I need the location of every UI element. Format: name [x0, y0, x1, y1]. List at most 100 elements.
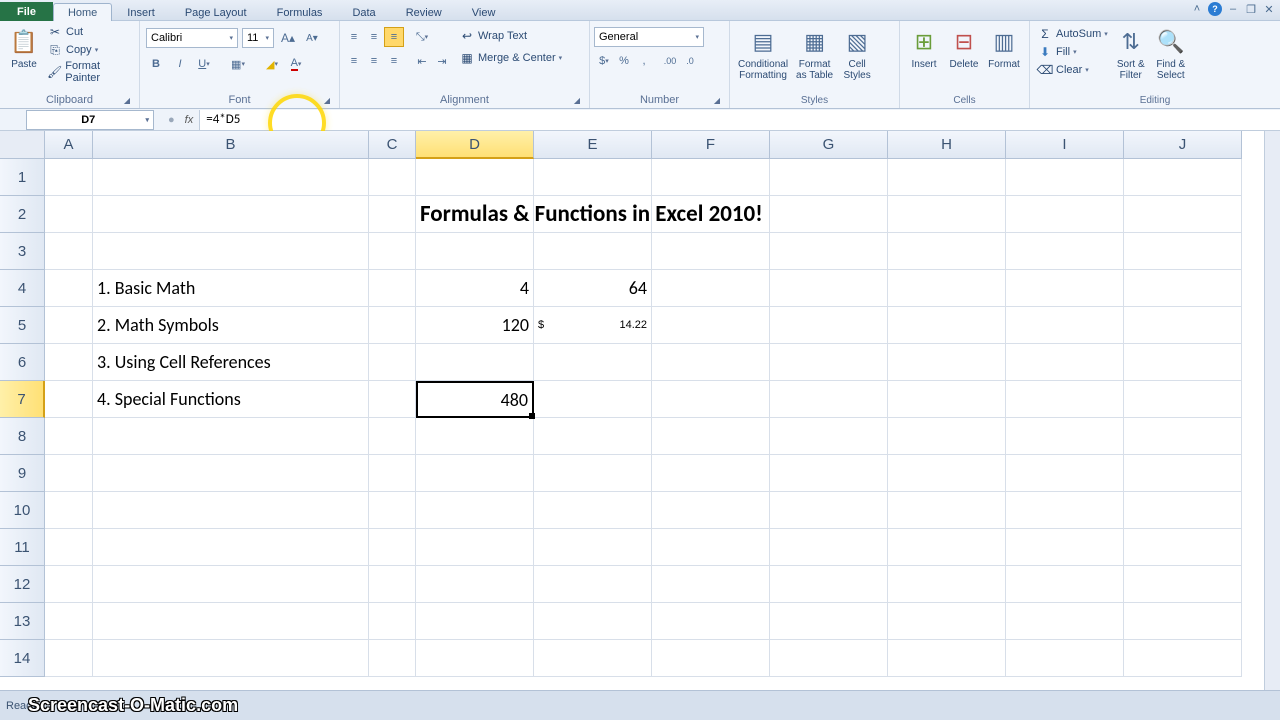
- cell-C4[interactable]: [369, 270, 416, 307]
- col-head-C[interactable]: C: [369, 131, 416, 159]
- cell-E14[interactable]: [534, 640, 652, 677]
- fill-handle[interactable]: [529, 413, 535, 419]
- cell-J11[interactable]: [1124, 529, 1242, 566]
- cell-D6[interactable]: [416, 344, 534, 381]
- cell-E12[interactable]: [534, 566, 652, 603]
- cell-C9[interactable]: [369, 455, 416, 492]
- cell-A4[interactable]: [45, 270, 93, 307]
- comma-button[interactable]: ,: [634, 51, 654, 71]
- cell-A9[interactable]: [45, 455, 93, 492]
- cell-F8[interactable]: [652, 418, 770, 455]
- cell-A1[interactable]: [45, 159, 93, 196]
- cell-E13[interactable]: [534, 603, 652, 640]
- cell-I6[interactable]: [1006, 344, 1124, 381]
- cell-D4[interactable]: 4: [416, 270, 534, 307]
- clear-button[interactable]: ⌫Clear▾: [1034, 61, 1111, 79]
- cell-G14[interactable]: [770, 640, 888, 677]
- cell-F2[interactable]: [652, 196, 770, 233]
- cell-B1[interactable]: [93, 159, 369, 196]
- cell-H8[interactable]: [888, 418, 1006, 455]
- percent-button[interactable]: %: [614, 51, 634, 71]
- cell-A2[interactable]: [45, 196, 93, 233]
- cell-J13[interactable]: [1124, 603, 1242, 640]
- cell-C2[interactable]: [369, 196, 416, 233]
- cell-D10[interactable]: [416, 492, 534, 529]
- cell-J14[interactable]: [1124, 640, 1242, 677]
- cell-J7[interactable]: [1124, 381, 1242, 418]
- row-head-2[interactable]: 2: [0, 196, 45, 233]
- cell-A10[interactable]: [45, 492, 93, 529]
- align-top-icon[interactable]: ≡: [344, 27, 364, 47]
- clipboard-launcher-icon[interactable]: ◢: [121, 94, 133, 106]
- format-as-table-button[interactable]: ▦Format as Table: [792, 23, 837, 83]
- cell-F3[interactable]: [652, 233, 770, 270]
- fx-icon[interactable]: fx: [185, 114, 200, 126]
- vertical-scrollbar[interactable]: [1264, 131, 1280, 690]
- row-head-8[interactable]: 8: [0, 418, 45, 455]
- window-close-icon[interactable]: ✕: [1262, 2, 1276, 16]
- cell-H7[interactable]: [888, 381, 1006, 418]
- row-head-12[interactable]: 12: [0, 566, 45, 603]
- cell-C11[interactable]: [369, 529, 416, 566]
- cell-J4[interactable]: [1124, 270, 1242, 307]
- cell-E7[interactable]: [534, 381, 652, 418]
- delete-cells-button[interactable]: ⊟Delete: [944, 23, 984, 72]
- cell-D14[interactable]: [416, 640, 534, 677]
- cell-D8[interactable]: [416, 418, 534, 455]
- cell-E9[interactable]: [534, 455, 652, 492]
- cell-J2[interactable]: [1124, 196, 1242, 233]
- align-center-icon[interactable]: ≡: [364, 51, 384, 71]
- cell-A13[interactable]: [45, 603, 93, 640]
- cell-E11[interactable]: [534, 529, 652, 566]
- currency-button[interactable]: $▾: [594, 51, 614, 71]
- cell-C8[interactable]: [369, 418, 416, 455]
- row-head-9[interactable]: 9: [0, 455, 45, 492]
- cell-B2[interactable]: [93, 196, 369, 233]
- bold-button[interactable]: B: [146, 54, 166, 74]
- cell-F10[interactable]: [652, 492, 770, 529]
- cell-A7[interactable]: [45, 381, 93, 418]
- cell-D13[interactable]: [416, 603, 534, 640]
- row-head-10[interactable]: 10: [0, 492, 45, 529]
- cell-B13[interactable]: [93, 603, 369, 640]
- fill-button[interactable]: ⬇Fill▾: [1034, 43, 1111, 61]
- cell-B12[interactable]: [93, 566, 369, 603]
- cell-E10[interactable]: [534, 492, 652, 529]
- decrease-decimal-icon[interactable]: .0: [680, 51, 700, 71]
- tab-file[interactable]: File: [0, 2, 53, 21]
- tab-home[interactable]: Home: [53, 3, 112, 21]
- sort-filter-button[interactable]: ⇅Sort & Filter: [1111, 23, 1151, 83]
- insert-cells-button[interactable]: ⊞Insert: [904, 23, 944, 72]
- cell-G10[interactable]: [770, 492, 888, 529]
- cell-H4[interactable]: [888, 270, 1006, 307]
- cell-A5[interactable]: [45, 307, 93, 344]
- cell-J8[interactable]: [1124, 418, 1242, 455]
- cell-H11[interactable]: [888, 529, 1006, 566]
- cell-I10[interactable]: [1006, 492, 1124, 529]
- wrap-text-button[interactable]: ↩Wrap Text: [456, 27, 565, 45]
- cell-B5[interactable]: 2. Math Symbols: [93, 307, 369, 344]
- cell-H10[interactable]: [888, 492, 1006, 529]
- col-head-H[interactable]: H: [888, 131, 1006, 159]
- cell-H14[interactable]: [888, 640, 1006, 677]
- col-head-G[interactable]: G: [770, 131, 888, 159]
- col-head-I[interactable]: I: [1006, 131, 1124, 159]
- tab-review[interactable]: Review: [391, 3, 457, 21]
- cell-B11[interactable]: [93, 529, 369, 566]
- row-head-5[interactable]: 5: [0, 307, 45, 344]
- conditional-formatting-button[interactable]: ▤Conditional Formatting: [734, 23, 792, 83]
- cell-G11[interactable]: [770, 529, 888, 566]
- copy-button[interactable]: ⎘Copy▾: [44, 41, 135, 59]
- alignment-launcher-icon[interactable]: ◢: [571, 94, 583, 106]
- cell-I3[interactable]: [1006, 233, 1124, 270]
- cell-J10[interactable]: [1124, 492, 1242, 529]
- cell-C13[interactable]: [369, 603, 416, 640]
- cell-H12[interactable]: [888, 566, 1006, 603]
- cell-E8[interactable]: [534, 418, 652, 455]
- cell-D11[interactable]: [416, 529, 534, 566]
- cell-C7[interactable]: [369, 381, 416, 418]
- cell-H3[interactable]: [888, 233, 1006, 270]
- autosum-button[interactable]: ΣAutoSum▾: [1034, 25, 1111, 43]
- cell-D1[interactable]: [416, 159, 534, 196]
- cell-I2[interactable]: [1006, 196, 1124, 233]
